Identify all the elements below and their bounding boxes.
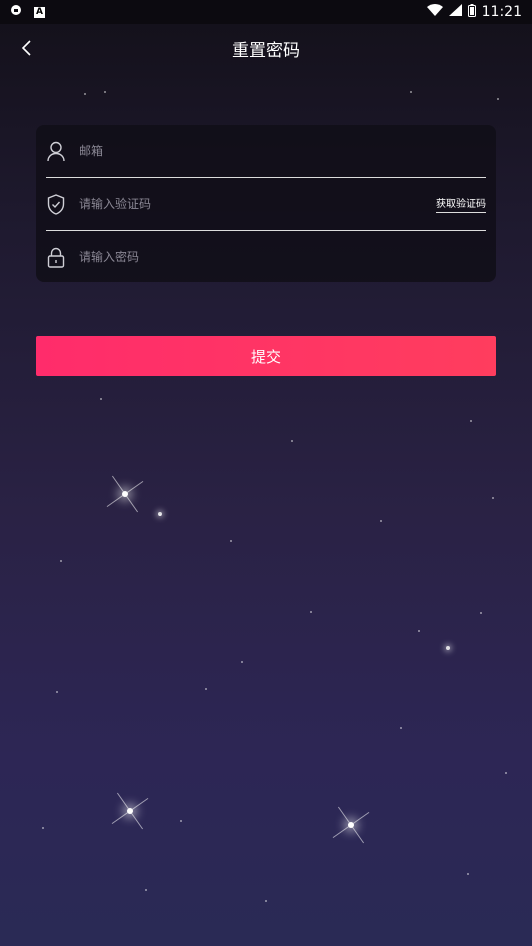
status-bar: A 11:21 xyxy=(0,0,532,24)
status-time: 11:21 xyxy=(481,4,522,20)
user-icon xyxy=(46,140,66,162)
shield-check-icon xyxy=(46,193,66,215)
email-row xyxy=(46,125,486,177)
email-field[interactable] xyxy=(77,143,486,159)
lock-icon xyxy=(46,246,66,268)
password-row xyxy=(46,231,486,283)
signal-icon xyxy=(448,4,462,20)
verification-code-field[interactable] xyxy=(77,196,436,212)
header: 重置密码 xyxy=(0,24,532,72)
wifi-icon xyxy=(426,4,443,20)
a-badge-icon: A xyxy=(34,6,45,18)
page-title: 重置密码 xyxy=(232,41,300,61)
battery-icon xyxy=(467,3,476,21)
get-code-button[interactable]: 获取验证码 xyxy=(436,195,486,213)
form-card: 获取验证码 xyxy=(36,125,496,282)
submit-button[interactable]: 提交 xyxy=(36,336,496,376)
code-row: 获取验证码 xyxy=(46,178,486,230)
shield-status-icon xyxy=(10,4,22,20)
password-field[interactable] xyxy=(77,249,486,265)
